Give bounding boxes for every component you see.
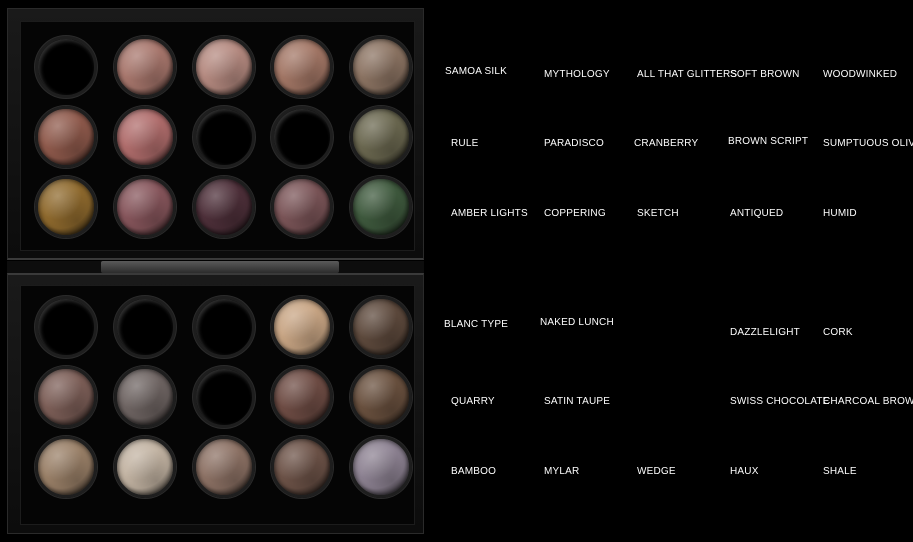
eyeshadow-pan [114,176,176,238]
shade-label: BLANC TYPE [444,319,509,330]
eyeshadow-pan [350,436,412,498]
eyeshadow-pan [271,436,333,498]
shade-label: DAZZLELIGHT [730,327,800,338]
eyeshadow-pan [193,176,255,238]
shade-label: BAMBOO [451,466,497,477]
eyeshadow-pan [350,366,412,428]
eyeshadow-pan [193,36,255,98]
shade-label: ALL THAT GLITTERS [637,69,738,80]
eyeshadow-pan [271,366,333,428]
eyeshadow-pan [193,436,255,498]
eyeshadow-pan [271,36,333,98]
eyeshadow-pan [114,36,176,98]
shade-label: RULE [451,138,479,149]
empty-pan-slot [35,36,97,98]
shade-label: CHARCOAL BROWN [823,396,913,407]
shade-label: SKETCH [637,208,679,219]
shade-label: SATIN TAUPE [544,396,611,407]
eyeshadow-pan [114,106,176,168]
eyeshadow-pan [350,36,412,98]
shade-label: CORK [823,327,853,338]
shade-label: BROWN SCRIPT [728,136,809,147]
empty-pan-slot [193,296,255,358]
palette-hinge [7,261,424,273]
palette-top [7,8,424,260]
eyeshadow-pan [35,366,97,428]
empty-pan-slot [193,366,255,428]
empty-pan-slot [271,106,333,168]
eyeshadow-pan [271,296,333,358]
shade-label: AMBER LIGHTS [451,208,528,219]
shade-label: NAKED LUNCH [540,317,614,328]
shade-label: SWISS CHOCOLATE [730,396,830,407]
empty-pan-slot [114,296,176,358]
palette-tray-bottom [20,285,415,525]
eyeshadow-pan [271,176,333,238]
eyeshadow-pan [350,106,412,168]
palette-bottom [7,273,424,534]
eyeshadow-pan [114,436,176,498]
palette-tray-top [20,21,415,251]
shade-label: WOODWINKED [823,69,898,80]
shade-label: MYTHOLOGY [544,69,610,80]
eyeshadow-pan [350,176,412,238]
empty-pan-slot [35,296,97,358]
shade-label: SHALE [823,466,857,477]
shade-label: HAUX [730,466,759,477]
eyeshadow-pan [114,366,176,428]
shade-label: CRANBERRY [634,138,699,149]
shade-label: ANTIQUED [730,208,784,219]
eyeshadow-pan [35,106,97,168]
eyeshadow-pan [350,296,412,358]
shade-label: QUARRY [451,396,495,407]
empty-pan-slot [193,106,255,168]
hinge-bar [101,261,339,273]
shade-label: WEDGE [637,466,676,477]
shade-label: HUMID [823,208,857,219]
shade-label: SUMPTUOUS OLIVE [823,138,913,149]
shade-label: SAMOA SILK [445,66,508,77]
eyeshadow-pan [35,176,97,238]
shade-label: MYLAR [544,466,580,477]
eyeshadow-pan [35,436,97,498]
shade-label: PARADISCO [544,138,604,149]
shade-label: SOFT BROWN [730,69,800,80]
shade-label: COPPERING [544,208,606,219]
